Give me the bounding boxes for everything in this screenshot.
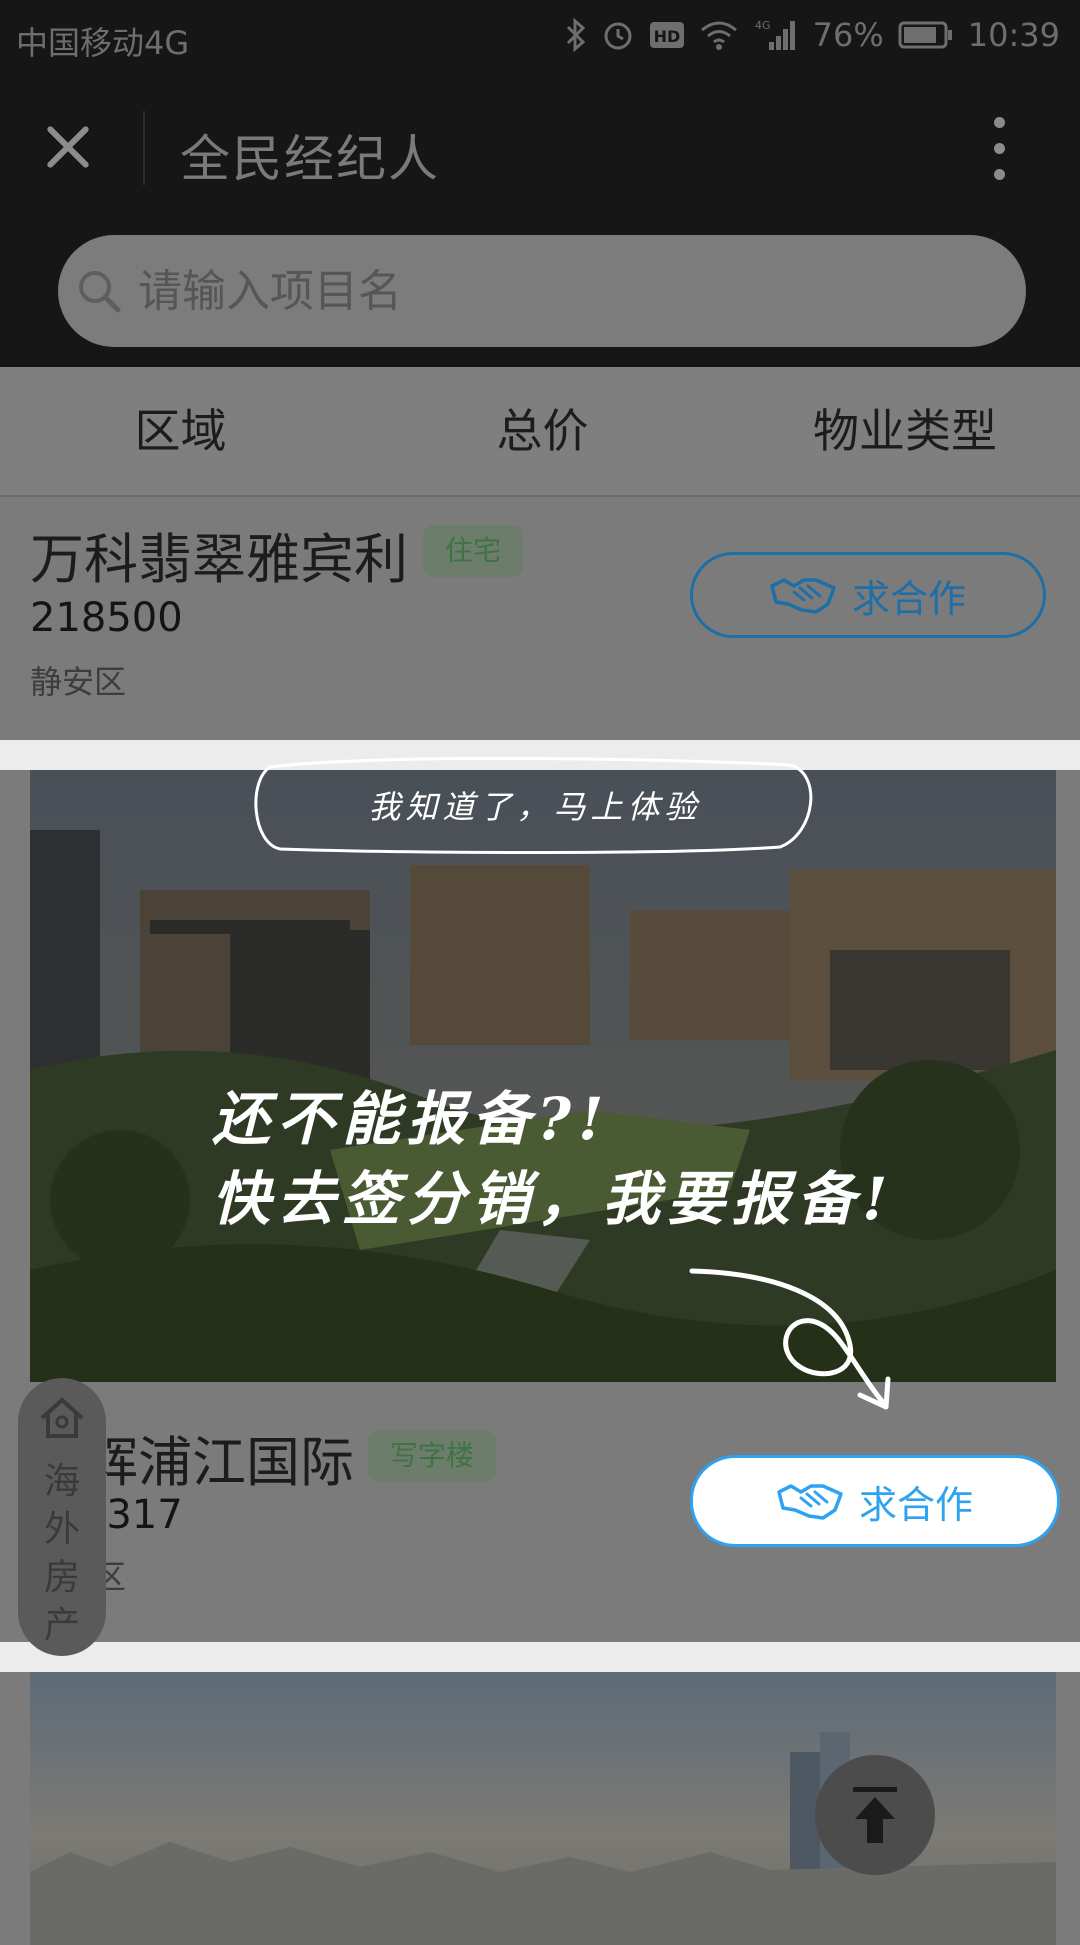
overseas-property-button[interactable]: 海外房产 — [18, 1378, 106, 1656]
dismiss-guide-button[interactable]: 我知道了，马上体验 — [255, 762, 815, 852]
carrier-label: 中国移动4G — [16, 24, 190, 62]
filter-bar: 区域 总价 物业类型 — [0, 367, 1080, 497]
search-input[interactable] — [138, 257, 978, 325]
filter-total-price[interactable]: 总价 — [420, 367, 665, 495]
cooperate-button[interactable]: 求合作 — [690, 1455, 1060, 1547]
property-type-badge: 住宅 — [423, 525, 524, 577]
alarm-icon — [604, 22, 632, 50]
project-price: 218500 — [30, 595, 183, 641]
property-type-badge: 写字楼 — [368, 1430, 497, 1482]
listing-card[interactable]: 万科翡翠雅宾利 住宅 218500 静安区 求合作 — [0, 497, 1080, 740]
clock: 10:39 — [967, 16, 1060, 54]
guide-subline: 快去签分销，我要报备! — [212, 1165, 895, 1233]
battery-icon — [898, 21, 952, 49]
search-bar — [0, 225, 1080, 367]
guide-arrow-icon — [689, 1268, 891, 1410]
house-icon — [40, 1397, 84, 1438]
back-to-top-button[interactable] — [815, 1755, 935, 1875]
project-district: 静安区 — [30, 663, 127, 701]
title-bar: 全民经纪人 — [0, 75, 1080, 225]
battery-percent: 76% — [812, 16, 884, 54]
bluetooth-icon — [566, 18, 585, 52]
hd-icon: HD — [649, 22, 684, 48]
svg-text:HD: HD — [653, 27, 680, 46]
dismiss-guide-label: 我知道了，马上体验 — [368, 788, 702, 826]
filter-region[interactable]: 区域 — [58, 367, 303, 495]
status-icons: HD 4G 76% 10:39 — [565, 16, 1060, 54]
title-divider — [143, 111, 145, 185]
filter-property-type[interactable]: 物业类型 — [780, 367, 1030, 495]
handshake-icon — [777, 1484, 843, 1520]
handshake-icon — [770, 578, 836, 614]
signal-icon: 4G — [755, 19, 795, 50]
cooperate-button[interactable]: 求合作 — [690, 552, 1046, 638]
search-box[interactable] — [58, 235, 1026, 347]
page-title: 全民经纪人 — [180, 130, 440, 188]
arrow-up-icon — [853, 1787, 897, 1843]
more-menu-icon[interactable] — [985, 111, 1015, 191]
cooperate-label: 求合作 — [858, 1482, 973, 1527]
project-name: 万科翡翠雅宾利 — [30, 528, 408, 591]
search-icon — [79, 271, 121, 313]
svg-text:4G: 4G — [755, 19, 771, 32]
wifi-icon — [700, 21, 737, 50]
close-icon[interactable] — [36, 115, 100, 179]
status-bar: 中国移动4G HD 4G 76% 10:39 — [0, 0, 1080, 75]
guide-headline: 还不能报备?! — [212, 1085, 611, 1153]
overseas-property-label: 海外房产 — [43, 1461, 80, 1646]
cooperate-label: 求合作 — [851, 576, 966, 621]
